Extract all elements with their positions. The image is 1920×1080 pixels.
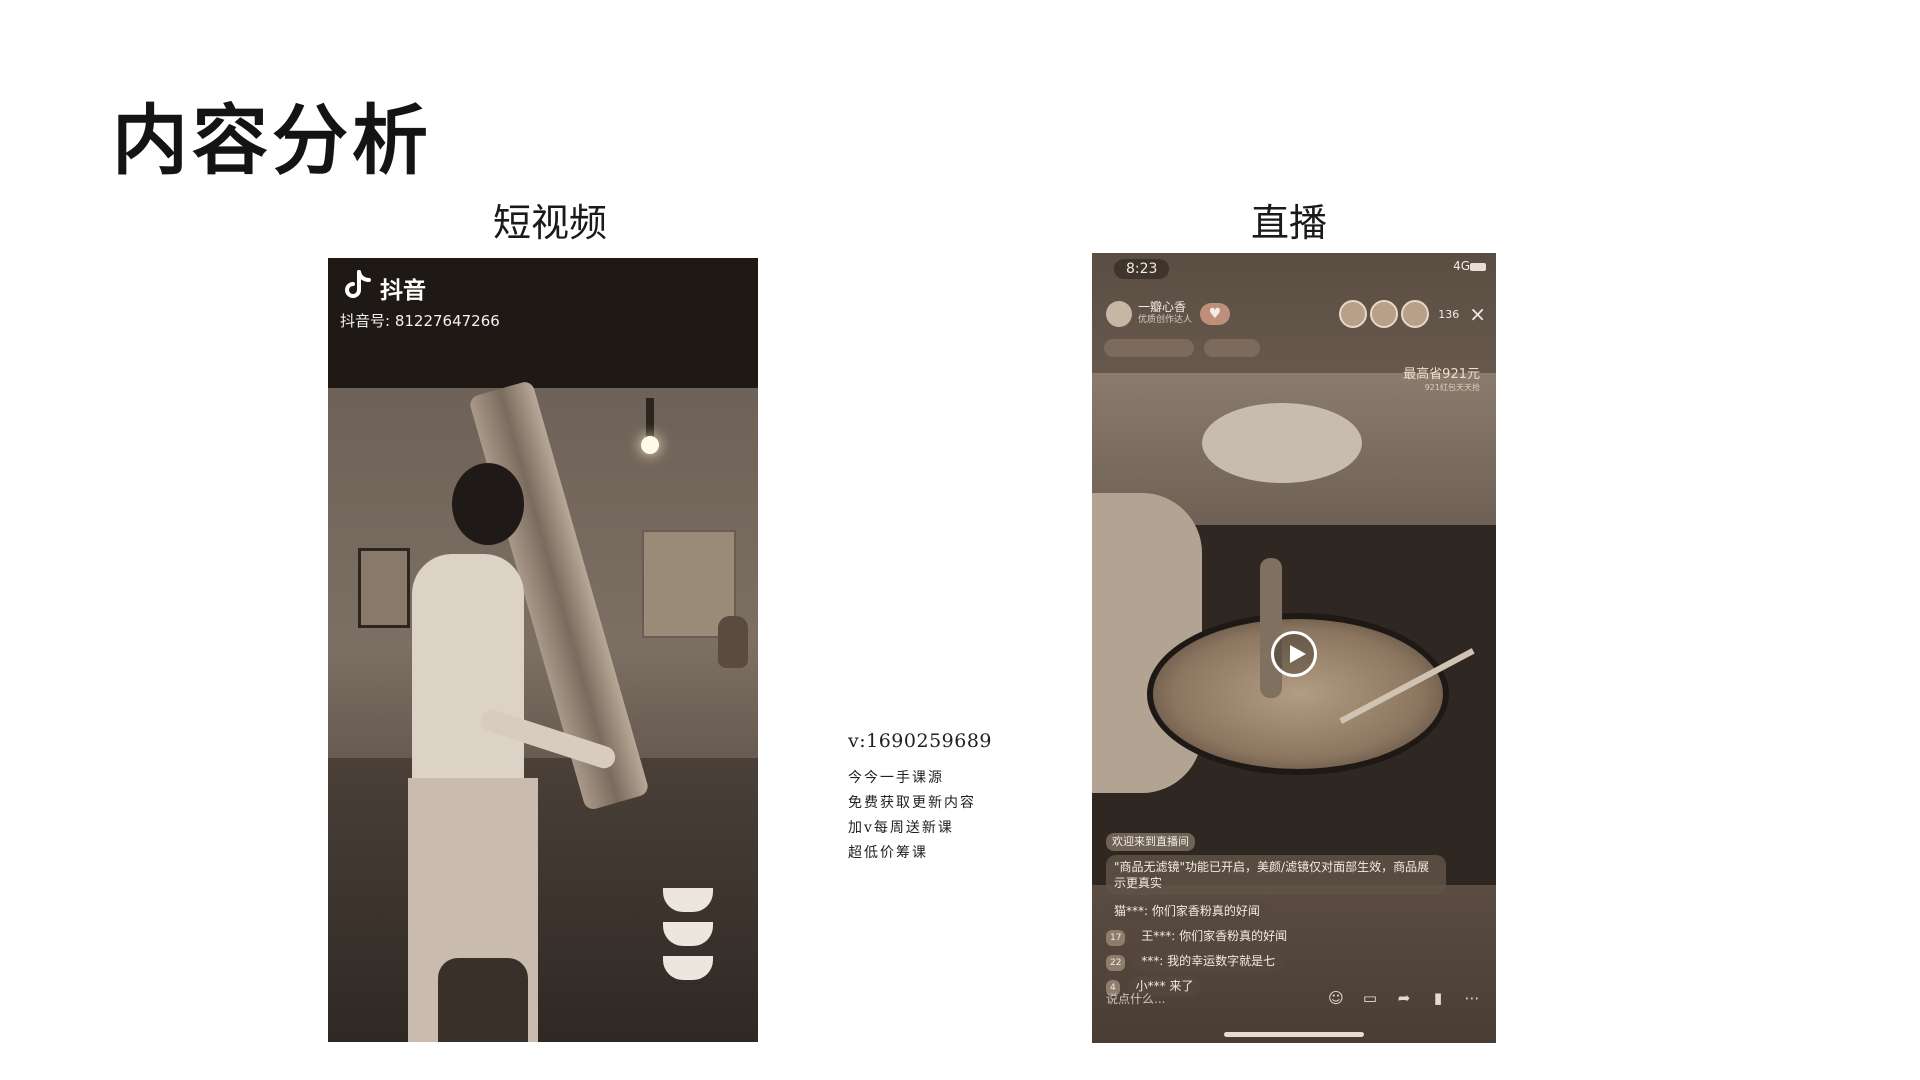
emoji-icon[interactable]: ☺ (1326, 988, 1346, 1008)
lamp (646, 398, 654, 438)
play-icon[interactable] (1271, 631, 1317, 677)
live-bottom-bar: 说点什么... ☺ ▭ ➦ ▮ ⋯ (1092, 981, 1496, 1015)
incense-press (1260, 558, 1282, 698)
close-icon[interactable]: × (1469, 304, 1486, 324)
plant-pot (438, 958, 528, 1042)
tea-cup (663, 888, 713, 912)
viewer-avatar (1339, 300, 1368, 328)
slide-title: 内容分析 (112, 96, 432, 185)
host-subtitle: 优质创作达人 (1138, 315, 1193, 325)
status-bar: 8:23 4G (1092, 253, 1496, 279)
watermark-block: v:1690259689 今今一手课源 免费获取更新内容 加v每周送新课 超低价… (848, 730, 992, 866)
tea-cups (648, 878, 728, 1018)
vase (718, 616, 748, 668)
comment-text: ***: 我的幸运数字就是七 (1133, 951, 1284, 971)
share-icon[interactable]: ➦ (1394, 988, 1414, 1008)
battery-icon (1470, 263, 1486, 271)
watermark-phone: v:1690259689 (848, 730, 993, 752)
comment-row: 22 ***: 我的幸运数字就是七 (1106, 951, 1446, 976)
host-avatar[interactable] (1106, 301, 1132, 327)
header-tags (1104, 339, 1260, 357)
cart-icon[interactable]: ▭ (1360, 988, 1380, 1008)
user-level-badge: 17 (1106, 930, 1126, 946)
person-body (412, 554, 524, 804)
comment-input[interactable]: 说点什么... (1106, 990, 1312, 1007)
watermark-line: 免费获取更新内容 (848, 795, 976, 811)
more-icon[interactable]: ⋯ (1462, 988, 1482, 1008)
home-indicator (1224, 1032, 1364, 1037)
viewer-avatar (1401, 300, 1430, 328)
brand-name: 抖音 (380, 278, 426, 304)
short-video-screenshot: 抖音 抖音号: 81227647266 (328, 258, 758, 1042)
promo-banner[interactable]: 最高省921元 921红包天天抢 (1403, 363, 1480, 393)
viewer-list[interactable]: 136 (1339, 300, 1459, 328)
video-top-bar: 抖音 抖音号: 81227647266 (328, 258, 758, 388)
viewer-avatar (1370, 300, 1399, 328)
promo-title: 最高省921元 (1403, 367, 1480, 382)
watermark-line: 今今一手课源 (848, 770, 944, 786)
network-indicator: 4G (1453, 259, 1470, 273)
tiktok-logo: 抖音 (342, 270, 426, 306)
tiktok-logo-icon (342, 270, 372, 306)
comment-text: 猫***: 你们家香粉真的好闻 (1106, 901, 1268, 921)
status-time: 8:23 (1114, 259, 1170, 279)
promo-subtitle: 921红包天天抢 (1424, 383, 1480, 392)
short-video-label: 短视频 (493, 201, 608, 245)
comment-text: 王***: 你们家香粉真的好闻 (1133, 926, 1296, 946)
person-head (452, 463, 524, 545)
live-header: 一瓣心香 优质创作达人 ♥ 136 × (1106, 297, 1486, 331)
comment-row: 猫***: 你们家香粉真的好闻 (1106, 901, 1446, 926)
wall-picture (358, 548, 410, 628)
live-stream-label: 直播 (1251, 201, 1328, 245)
system-notice: "商品无滤镜"功能已开启，美颜/滤镜仅对面部生效，商品展示更真实 (1106, 855, 1446, 895)
comment-row: 17 王***: 你们家香粉真的好闻 (1106, 926, 1446, 951)
host-info[interactable]: 一瓣心香 优质创作达人 (1138, 301, 1192, 327)
follow-button[interactable]: ♥ (1200, 303, 1231, 325)
watermark-line: 加v每周送新课 (848, 820, 954, 836)
notice-tag: 欢迎来到直播间 (1106, 833, 1195, 851)
live-stream-screenshot: 8:23 4G 一瓣心香 优质创作达人 ♥ 136 × 最高省921元 921红… (1092, 253, 1496, 1043)
host-name: 一瓣心香 (1138, 300, 1187, 314)
account-id: 抖音号: 81227647266 (340, 312, 500, 330)
watermark-line: 超低价筹课 (848, 845, 928, 861)
user-level-badge: 22 (1106, 955, 1126, 971)
comment-feed: 欢迎来到直播间 "商品无滤镜"功能已开启，美颜/滤镜仅对面部生效，商品展示更真实… (1106, 833, 1446, 1001)
lamp-bulb (641, 436, 659, 454)
product-plate (1202, 403, 1362, 483)
tag-pill[interactable] (1204, 339, 1260, 357)
tag-pill[interactable] (1104, 339, 1194, 357)
viewer-count: 136 (1438, 307, 1460, 321)
gift-icon[interactable]: ▮ (1428, 988, 1448, 1008)
tea-cup (663, 922, 713, 946)
tea-cup (663, 956, 713, 980)
